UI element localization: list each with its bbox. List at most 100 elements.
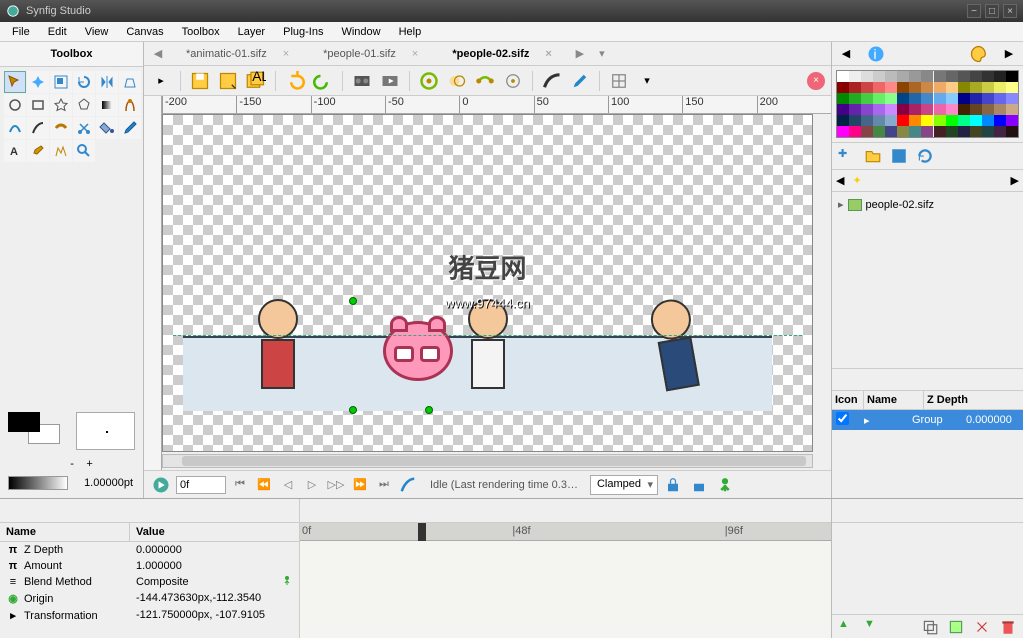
maximize-button[interactable]: □ <box>985 4 999 18</box>
palette-color[interactable] <box>861 115 873 126</box>
undo-button[interactable] <box>284 70 306 92</box>
menu-button[interactable]: ▸ <box>150 70 172 92</box>
palette-tab-icon[interactable] <box>969 44 989 64</box>
palette-color[interactable] <box>1006 93 1018 104</box>
palette-color[interactable] <box>909 126 921 137</box>
palette-color[interactable] <box>946 71 958 82</box>
palette-color[interactable] <box>994 126 1006 137</box>
palette-color[interactable] <box>982 93 994 104</box>
scale-tool[interactable] <box>50 71 72 93</box>
handle[interactable] <box>425 406 433 414</box>
palette-color[interactable] <box>982 71 994 82</box>
save-as-button[interactable] <box>217 70 239 92</box>
tab-menu-button[interactable]: ▾ <box>592 44 612 64</box>
transform-tool[interactable] <box>4 71 26 93</box>
palette-color[interactable] <box>909 93 921 104</box>
palette-color[interactable] <box>994 71 1006 82</box>
prev-keyframe-button[interactable]: ⏪ <box>254 476 274 494</box>
horizontal-guide[interactable] <box>173 335 802 336</box>
spline-tool[interactable] <box>4 117 26 139</box>
zoom-tool[interactable] <box>73 140 95 162</box>
seek-start-button[interactable]: ⏮ <box>230 476 250 494</box>
palette-color[interactable] <box>934 126 946 137</box>
param-row-zdepth[interactable]: πZ Depth0.000000 <box>0 542 299 558</box>
palette-color[interactable] <box>861 71 873 82</box>
palette-color[interactable] <box>861 126 873 137</box>
palette-color[interactable] <box>982 126 994 137</box>
palette-color[interactable] <box>909 82 921 93</box>
menu-file[interactable]: File <box>4 24 38 40</box>
nav-fwd-button[interactable]: ▶ <box>999 44 1019 64</box>
seek-end-button[interactable]: ⏭ <box>374 476 394 494</box>
animate-mode-button[interactable] <box>150 474 172 496</box>
palette-color[interactable] <box>934 104 946 115</box>
fill-tool[interactable] <box>96 117 118 139</box>
palette-color[interactable] <box>958 104 970 115</box>
ruler-horizontal[interactable]: -200 -150 -100 -50 0 50 100 150 200 <box>162 96 831 114</box>
palette-color[interactable] <box>837 71 849 82</box>
timeline-tracks[interactable] <box>300 541 831 638</box>
ruler-vertical[interactable] <box>144 96 162 470</box>
timeline-ruler[interactable]: 0f |48f |96f <box>300 523 831 541</box>
palette-color[interactable] <box>873 93 885 104</box>
rotate-tool[interactable] <box>73 71 95 93</box>
loop-button[interactable] <box>398 476 418 494</box>
palette-open-button[interactable] <box>864 147 882 165</box>
palette-color[interactable] <box>1006 126 1018 137</box>
palette-color[interactable] <box>873 115 885 126</box>
palette-color[interactable] <box>885 104 897 115</box>
expand-icon[interactable]: ▸ <box>838 198 844 211</box>
palette-color[interactable] <box>994 115 1006 126</box>
palette-color[interactable] <box>946 126 958 137</box>
palette-color[interactable] <box>934 115 946 126</box>
layer-duplicate-button[interactable] <box>921 618 939 636</box>
brush-size-decrease[interactable]: - <box>70 458 74 470</box>
menu-window[interactable]: Window <box>333 24 388 40</box>
color-swatches[interactable] <box>8 412 68 452</box>
palette-color[interactable] <box>934 82 946 93</box>
palette-color[interactable] <box>861 93 873 104</box>
nav-back-button[interactable]: ◀ <box>836 44 856 64</box>
palette-color[interactable] <box>921 104 933 115</box>
menu-toolbox[interactable]: Toolbox <box>174 24 228 40</box>
palette-color[interactable] <box>994 93 1006 104</box>
brush-size-increase[interactable]: + <box>86 458 92 470</box>
rectangle-tool[interactable] <box>27 94 49 116</box>
next-frame-button[interactable]: ▷▷ <box>326 476 346 494</box>
palette-color[interactable] <box>849 126 861 137</box>
mirror-tool[interactable] <box>96 71 118 93</box>
width-tool[interactable] <box>50 117 72 139</box>
tab-people-02[interactable]: *people-02.sifz× <box>436 45 567 63</box>
save-button[interactable] <box>189 70 211 92</box>
palette-color[interactable] <box>897 82 909 93</box>
foreground-color[interactable] <box>8 412 40 432</box>
keyframe-ctrl-button[interactable] <box>474 70 496 92</box>
time-cursor[interactable] <box>418 523 426 541</box>
preview-button[interactable] <box>379 70 401 92</box>
current-frame-input[interactable] <box>176 476 226 494</box>
keyframe-lock-past-button[interactable] <box>662 474 684 496</box>
layers-back-button[interactable]: ◀ <box>836 174 844 187</box>
palette-color[interactable] <box>861 82 873 93</box>
param-row-blend[interactable]: ≡Blend MethodComposite <box>0 574 299 590</box>
menu-view[interactable]: View <box>77 24 117 40</box>
sets-tab-icon[interactable]: ✦ <box>852 174 861 187</box>
palette-color[interactable] <box>873 126 885 137</box>
tab-close-icon[interactable]: × <box>545 48 551 60</box>
tab-people-01[interactable]: *people-01.sifz× <box>307 45 434 63</box>
param-row-transform[interactable]: ▸Transformation-121.750000px, -107.9105 <box>0 607 299 624</box>
gradient-tool[interactable] <box>96 94 118 116</box>
palette-color[interactable] <box>873 104 885 115</box>
perspective-tool[interactable] <box>119 71 141 93</box>
layer-root-item[interactable]: ▸ people-02.sifz <box>836 196 1019 213</box>
interpolation-dropdown[interactable]: Clamped <box>590 475 658 495</box>
palette-color[interactable] <box>909 104 921 115</box>
palette-color[interactable] <box>946 104 958 115</box>
onion-prev-button[interactable] <box>446 70 468 92</box>
close-document-button[interactable]: × <box>807 72 825 90</box>
info-tab-icon[interactable]: i <box>866 44 886 64</box>
layers-fwd-button[interactable]: ▶ <box>1011 174 1019 187</box>
palette-color[interactable] <box>921 93 933 104</box>
palette-color[interactable] <box>946 115 958 126</box>
canvas[interactable]: 猪豆网 www.97444.cn <box>162 114 813 452</box>
